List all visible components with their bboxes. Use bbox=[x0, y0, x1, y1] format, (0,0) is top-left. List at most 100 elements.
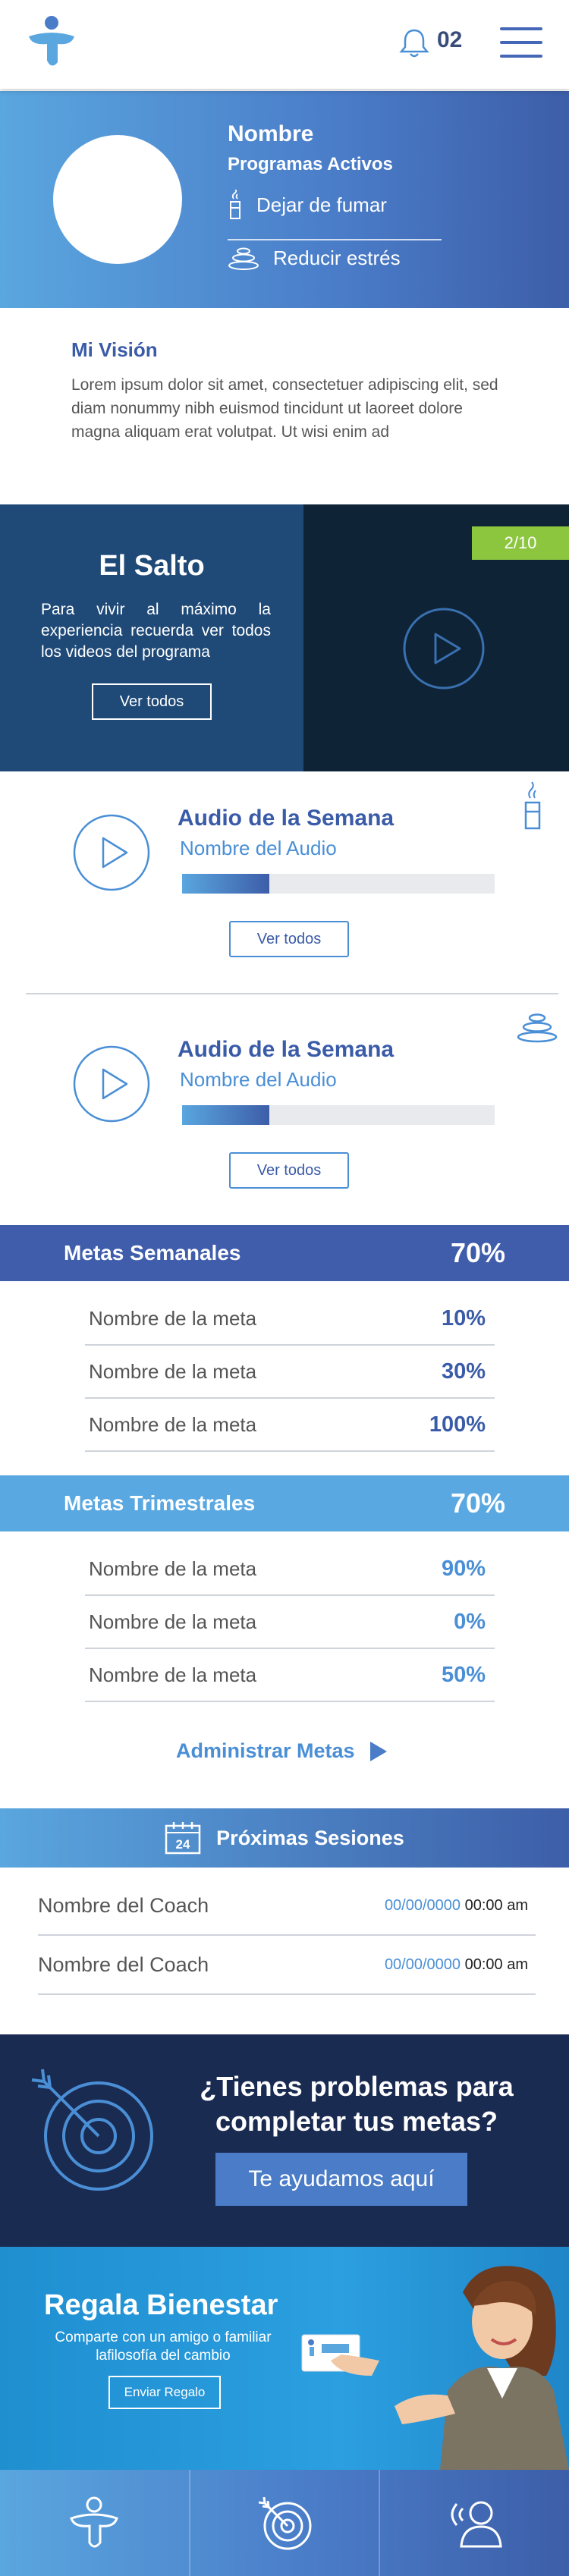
nav-home[interactable] bbox=[0, 2470, 190, 2576]
coach-name: Nombre del Coach bbox=[38, 1952, 209, 1976]
proximas-sesiones-header: 24 Próximas Sesiones bbox=[0, 1808, 569, 1868]
menu-button[interactable] bbox=[500, 27, 542, 58]
meta-name: Nombre de la meta bbox=[89, 1306, 257, 1330]
meta-value: 0% bbox=[454, 1609, 486, 1634]
meta-row[interactable]: Nombre de la meta 100% bbox=[85, 1399, 495, 1452]
administrar-metas-link[interactable]: Administrar Metas bbox=[176, 1739, 388, 1763]
divider bbox=[26, 993, 558, 994]
meta-value: 50% bbox=[441, 1662, 486, 1687]
metas-trimestrales-title: Metas Trimestrales bbox=[64, 1491, 256, 1515]
audio-progress-fill bbox=[182, 874, 270, 894]
session-datetime: 00/00/0000 00:00 am bbox=[385, 1897, 536, 1915]
audio-card: Audio de la Semana Nombre del Audio Ver … bbox=[0, 781, 569, 1001]
coach-name: Nombre del Coach bbox=[38, 1893, 209, 1917]
meta-row[interactable]: Nombre de la meta 30% bbox=[85, 1346, 495, 1399]
metas-trimestrales-value: 70% bbox=[450, 1487, 505, 1519]
audio-name: Nombre del Audio bbox=[180, 837, 337, 859]
audio-name: Nombre del Audio bbox=[180, 1068, 337, 1091]
notification-count: 02 bbox=[437, 27, 463, 52]
target-icon bbox=[258, 2496, 312, 2550]
meta-row[interactable]: Nombre de la meta 0% bbox=[85, 1596, 495, 1649]
session-time: 00:00 am bbox=[464, 1896, 528, 1914]
woman-with-card-image bbox=[301, 2266, 569, 2470]
meta-name: Nombre de la meta bbox=[89, 1557, 257, 1580]
app-header: 02 bbox=[0, 0, 569, 89]
profile-name: Nombre bbox=[228, 121, 314, 146]
audio-progress-bar[interactable] bbox=[182, 1105, 495, 1125]
calendar-day: 24 bbox=[176, 1837, 190, 1852]
nav-coach[interactable] bbox=[380, 2470, 569, 2576]
vision-title: Mi Visión bbox=[71, 338, 158, 361]
el-salto-text: Para vivir al máximo la experiencia recu… bbox=[41, 601, 271, 661]
session-datetime: 00/00/0000 00:00 am bbox=[385, 1956, 536, 1974]
play-icon[interactable] bbox=[72, 1045, 151, 1123]
play-icon[interactable] bbox=[72, 813, 151, 892]
administrar-metas-label: Administrar Metas bbox=[176, 1739, 355, 1762]
session-date: 00/00/0000 bbox=[384, 1896, 461, 1914]
audio-ver-todos-button[interactable]: Ver todos bbox=[229, 921, 349, 957]
meta-row[interactable]: Nombre de la meta 90% bbox=[85, 1543, 495, 1596]
regala-text: Comparte con un amigo o familiar lafilos… bbox=[55, 2329, 272, 2364]
meta-value: 100% bbox=[429, 1412, 486, 1437]
session-time: 00:00 am bbox=[464, 1956, 528, 1973]
profile-banner: Nombre Programas Activos Dejar de fumar … bbox=[0, 91, 569, 308]
proximas-sesiones-title: Próximas Sesiones bbox=[216, 1826, 404, 1849]
meta-row[interactable]: Nombre de la meta 10% bbox=[85, 1293, 495, 1346]
meta-value: 90% bbox=[441, 1556, 486, 1581]
play-arrow-icon bbox=[369, 1741, 387, 1761]
bell-icon[interactable] bbox=[398, 26, 431, 59]
meta-name: Nombre de la meta bbox=[89, 1359, 257, 1383]
audio-card: Audio de la Semana Nombre del Audio Ver … bbox=[0, 1013, 569, 1233]
meta-row[interactable]: Nombre de la meta 50% bbox=[85, 1649, 495, 1702]
nav-metas[interactable] bbox=[190, 2470, 381, 2576]
metas-semanales-title: Metas Semanales bbox=[64, 1241, 241, 1264]
session-row[interactable]: Nombre del Coach 00/00/0000 00:00 am bbox=[38, 1936, 536, 1995]
play-icon[interactable] bbox=[402, 607, 486, 690]
hamburger-line bbox=[500, 41, 542, 44]
audio-ver-todos-button[interactable]: Ver todos bbox=[229, 1152, 349, 1189]
session-date: 00/00/0000 bbox=[384, 1956, 461, 1973]
session-row[interactable]: Nombre del Coach 00/00/0000 00:00 am bbox=[38, 1877, 536, 1936]
program-label: Dejar de fumar bbox=[256, 193, 387, 216]
el-salto-title: El Salto bbox=[99, 550, 205, 582]
divider bbox=[228, 239, 442, 240]
app-logo-icon[interactable] bbox=[24, 15, 79, 70]
enviar-regalo-button[interactable]: Enviar Regalo bbox=[108, 2376, 221, 2409]
regala-title: Regala Bienestar bbox=[44, 2289, 278, 2321]
regala-bienestar-banner: Regala Bienestar Comparte con un amigo o… bbox=[0, 2247, 569, 2470]
metas-trimestrales-header: Metas Trimestrales 70% bbox=[0, 1475, 569, 1531]
hamburger-line bbox=[500, 55, 542, 58]
metas-semanales-header: Metas Semanales 70% bbox=[0, 1225, 569, 1281]
meta-value: 10% bbox=[441, 1305, 486, 1330]
cigarette-icon bbox=[524, 781, 541, 830]
meta-name: Nombre de la meta bbox=[89, 1610, 257, 1633]
cigarette-icon bbox=[230, 190, 240, 219]
hamburger-line bbox=[500, 27, 542, 30]
stones-icon bbox=[228, 247, 259, 270]
program-item-dejar-de-fumar[interactable]: Dejar de fumar bbox=[228, 190, 440, 220]
el-salto-section: El Salto Para vivir al máximo la experie… bbox=[0, 504, 569, 771]
program-item-reducir-estres[interactable]: Reducir estrés bbox=[228, 247, 440, 270]
audio-title: Audio de la Semana bbox=[178, 1037, 395, 1062]
vision-text: Lorem ipsum dolor sit amet, consectetuer… bbox=[71, 376, 498, 441]
stones-icon bbox=[517, 1013, 558, 1043]
avatar[interactable] bbox=[53, 135, 182, 264]
person-logo-icon bbox=[70, 2496, 119, 2548]
meta-name: Nombre de la meta bbox=[89, 1412, 257, 1436]
meta-value: 30% bbox=[441, 1359, 486, 1384]
ayuda-banner: ¿Tienes problemas para completar tus met… bbox=[0, 2034, 569, 2247]
bottom-nav bbox=[0, 2470, 569, 2576]
audio-progress-bar[interactable] bbox=[182, 874, 495, 894]
video-progress-badge: 2/10 bbox=[472, 526, 569, 560]
el-salto-ver-todos-button[interactable]: Ver todos bbox=[92, 683, 212, 720]
program-label: Reducir estrés bbox=[273, 247, 401, 269]
programs-title: Programas Activos bbox=[228, 154, 393, 174]
audio-progress-fill bbox=[182, 1105, 270, 1125]
coach-icon bbox=[451, 2501, 502, 2548]
te-ayudamos-button[interactable]: Te ayudamos aquí bbox=[215, 2153, 467, 2206]
el-salto-info: El Salto Para vivir al máximo la experie… bbox=[0, 504, 303, 771]
target-arrow-icon bbox=[31, 2069, 153, 2191]
meta-name: Nombre de la meta bbox=[89, 1663, 257, 1686]
calendar-icon: 24 bbox=[165, 1822, 201, 1855]
audio-title: Audio de la Semana bbox=[178, 806, 395, 831]
